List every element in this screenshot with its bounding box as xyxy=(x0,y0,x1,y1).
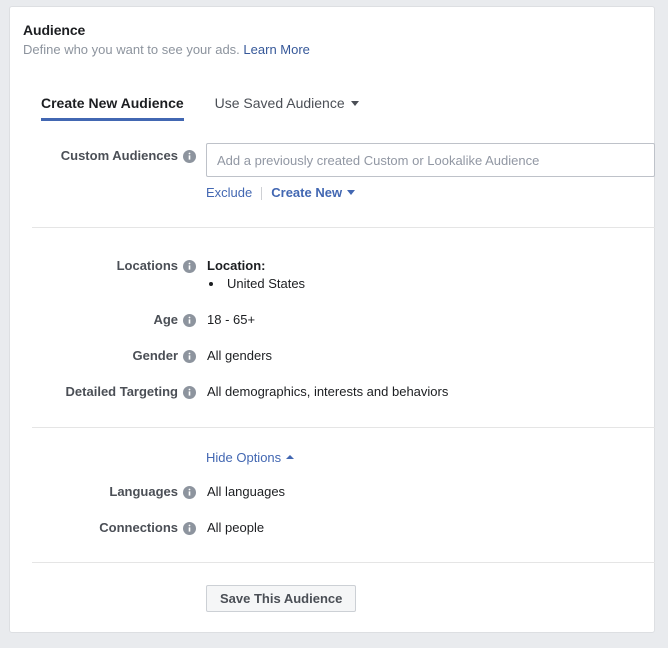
audience-header: Audience Define who you want to see your… xyxy=(10,7,654,59)
page-title: Audience xyxy=(23,21,654,39)
location-heading: Location: xyxy=(207,257,305,275)
divider-middle xyxy=(32,427,655,428)
tab-use-saved-audience-label: Use Saved Audience xyxy=(215,95,345,111)
divider-bottom xyxy=(32,562,655,563)
locations-value: Location: United States xyxy=(207,257,305,293)
custom-audiences-row: Custom Audiences xyxy=(10,147,196,165)
info-icon[interactable] xyxy=(183,522,196,535)
languages-value: All languages xyxy=(207,483,285,501)
create-new-link[interactable]: Create New xyxy=(271,185,355,201)
detailed-targeting-value: All demographics, interests and behavior… xyxy=(207,383,448,401)
detailed-targeting-row: Detailed Targeting All demographics, int… xyxy=(10,383,448,401)
age-row: Age 18 - 65+ xyxy=(10,311,255,329)
custom-audiences-links: Exclude Create New xyxy=(206,185,355,201)
audience-tabs: Create New Audience Use Saved Audience xyxy=(41,93,359,121)
hide-options-toggle[interactable]: Hide Options xyxy=(206,450,294,466)
link-divider xyxy=(261,187,262,200)
tab-use-saved-audience[interactable]: Use Saved Audience xyxy=(215,93,359,121)
save-this-audience-button[interactable]: Save This Audience xyxy=(206,585,356,612)
hide-options-label: Hide Options xyxy=(206,450,281,465)
detailed-targeting-label: Detailed Targeting xyxy=(10,383,178,401)
subtitle-text: Define who you want to see your ads. xyxy=(23,42,240,57)
location-list: United States xyxy=(207,275,305,293)
locations-row: Locations Location: United States xyxy=(10,257,305,293)
learn-more-link[interactable]: Learn More xyxy=(243,42,309,57)
chevron-down-icon xyxy=(347,190,355,195)
gender-label: Gender xyxy=(10,347,178,365)
info-icon[interactable] xyxy=(183,350,196,363)
exclude-link[interactable]: Exclude xyxy=(206,185,252,201)
connections-value: All people xyxy=(207,519,264,537)
tab-create-new-audience[interactable]: Create New Audience xyxy=(41,93,184,121)
gender-value: All genders xyxy=(207,347,272,365)
page-subtitle: Define who you want to see your ads. Lea… xyxy=(23,41,654,59)
locations-label: Locations xyxy=(10,257,178,275)
info-icon[interactable] xyxy=(183,486,196,499)
custom-audiences-label: Custom Audiences xyxy=(10,147,178,165)
info-icon[interactable] xyxy=(183,314,196,327)
list-item: United States xyxy=(224,275,305,293)
create-new-label: Create New xyxy=(271,185,342,200)
gender-row: Gender All genders xyxy=(10,347,272,365)
chevron-up-icon xyxy=(286,455,294,459)
chevron-down-icon xyxy=(351,101,359,106)
age-label: Age xyxy=(10,311,178,329)
tab-create-new-audience-label: Create New Audience xyxy=(41,95,184,111)
audience-card: Audience Define who you want to see your… xyxy=(9,6,655,633)
languages-label: Languages xyxy=(10,483,178,501)
info-icon[interactable] xyxy=(183,260,196,273)
connections-row: Connections All people xyxy=(10,519,264,537)
info-icon[interactable] xyxy=(183,386,196,399)
age-value: 18 - 65+ xyxy=(207,311,255,329)
languages-row: Languages All languages xyxy=(10,483,285,501)
divider-top xyxy=(32,227,655,228)
info-icon[interactable] xyxy=(183,150,196,163)
connections-label: Connections xyxy=(10,519,178,537)
custom-audiences-input[interactable] xyxy=(206,143,655,177)
